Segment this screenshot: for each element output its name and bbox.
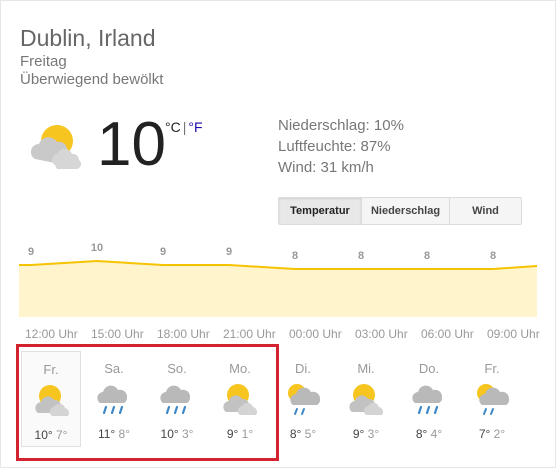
hour-label: 03:00 Uhr [355, 327, 408, 341]
precipitation-text: Niederschlag: 10% [278, 117, 404, 134]
current-temperature: 10 [97, 110, 166, 179]
forecast-low: 5° [301, 427, 317, 441]
forecast-low: 4° [427, 427, 443, 441]
temperature-label: 8 [358, 250, 364, 262]
wind-text: Wind: 31 km/h [278, 159, 374, 176]
temperature-label: 10 [91, 242, 103, 254]
chart-tabs: Temperatur Niederschlag Wind [278, 197, 522, 225]
rain-icon [409, 379, 449, 417]
forecast-high: 8° [415, 427, 428, 441]
temperature-label: 9 [226, 246, 232, 258]
temperature-label: 8 [424, 250, 430, 262]
hour-label: 12:00 Uhr [25, 327, 78, 341]
sun-rain-icon [472, 379, 512, 417]
hour-label: 21:00 Uhr [223, 327, 276, 341]
weather-details: Niederschlag: 10% Luftfeuchte: 87% Wind:… [278, 115, 404, 178]
partly-cloudy-icon [30, 125, 82, 169]
fahrenheit-link[interactable]: °F [188, 119, 202, 135]
tab-wind[interactable]: Wind [449, 198, 521, 224]
forecast-low: 3° [364, 427, 380, 441]
forecast-high: 7° [478, 427, 491, 441]
hour-label: 00:00 Uhr [289, 327, 342, 341]
forecast-high: 8° [289, 427, 302, 441]
hour-label: 15:00 Uhr [91, 327, 144, 341]
forecast-low: 2° [490, 427, 506, 441]
humidity-text: Luftfeuchte: 87% [278, 138, 391, 155]
current-condition: Überwiegend bewölkt [20, 71, 164, 88]
temperature-label: 9 [28, 246, 34, 258]
hour-label: 18:00 Uhr [157, 327, 210, 341]
forecast-temps: 9° 3° [336, 427, 396, 441]
partly-cloudy-icon [346, 379, 386, 417]
forecast-day-name: Di. [295, 361, 311, 376]
current-day: Freitag [20, 53, 67, 70]
temperature-label: 9 [160, 246, 166, 258]
forecast-day-name: Do. [418, 361, 440, 376]
forecast-day-name: Fr. [484, 361, 500, 376]
forecast-day[interactable]: Di. 8° 5° [273, 351, 333, 447]
temperature-chart-svg: 9 10 9 9 8 8 8 8 [19, 242, 538, 317]
sun-rain-icon [283, 379, 323, 417]
forecast-day[interactable]: Fr. 7° 2° [462, 351, 522, 447]
celsius-unit[interactable]: °C [165, 119, 181, 135]
forecast-temps: 7° 2° [462, 427, 522, 441]
tab-temperature[interactable]: Temperatur [279, 198, 361, 224]
weather-card: Dublin, Irland Freitag Überwiegend bewöl… [0, 0, 556, 468]
forecast-temps: 8° 5° [273, 427, 333, 441]
forecast-day[interactable]: Do. 8° 4° [399, 351, 459, 447]
forecast-day[interactable]: Mi. 9° 3° [336, 351, 396, 447]
hour-axis: 12:00 Uhr 15:00 Uhr 18:00 Uhr 21:00 Uhr 00:0… [1, 327, 556, 343]
hour-label: 09:00 Uhr [487, 327, 540, 341]
temperature-label: 8 [292, 250, 298, 262]
location-title: Dublin, Irland [20, 25, 156, 51]
forecast-day-name: Mi. [357, 361, 375, 376]
unit-switcher: °C | °F [165, 119, 203, 135]
hour-label: 06:00 Uhr [421, 327, 474, 341]
forecast-high: 9° [352, 427, 365, 441]
highlight-box [16, 344, 279, 461]
temperature-label: 8 [490, 250, 496, 262]
tab-precipitation[interactable]: Niederschlag [361, 198, 449, 224]
forecast-temps: 8° 4° [399, 427, 459, 441]
